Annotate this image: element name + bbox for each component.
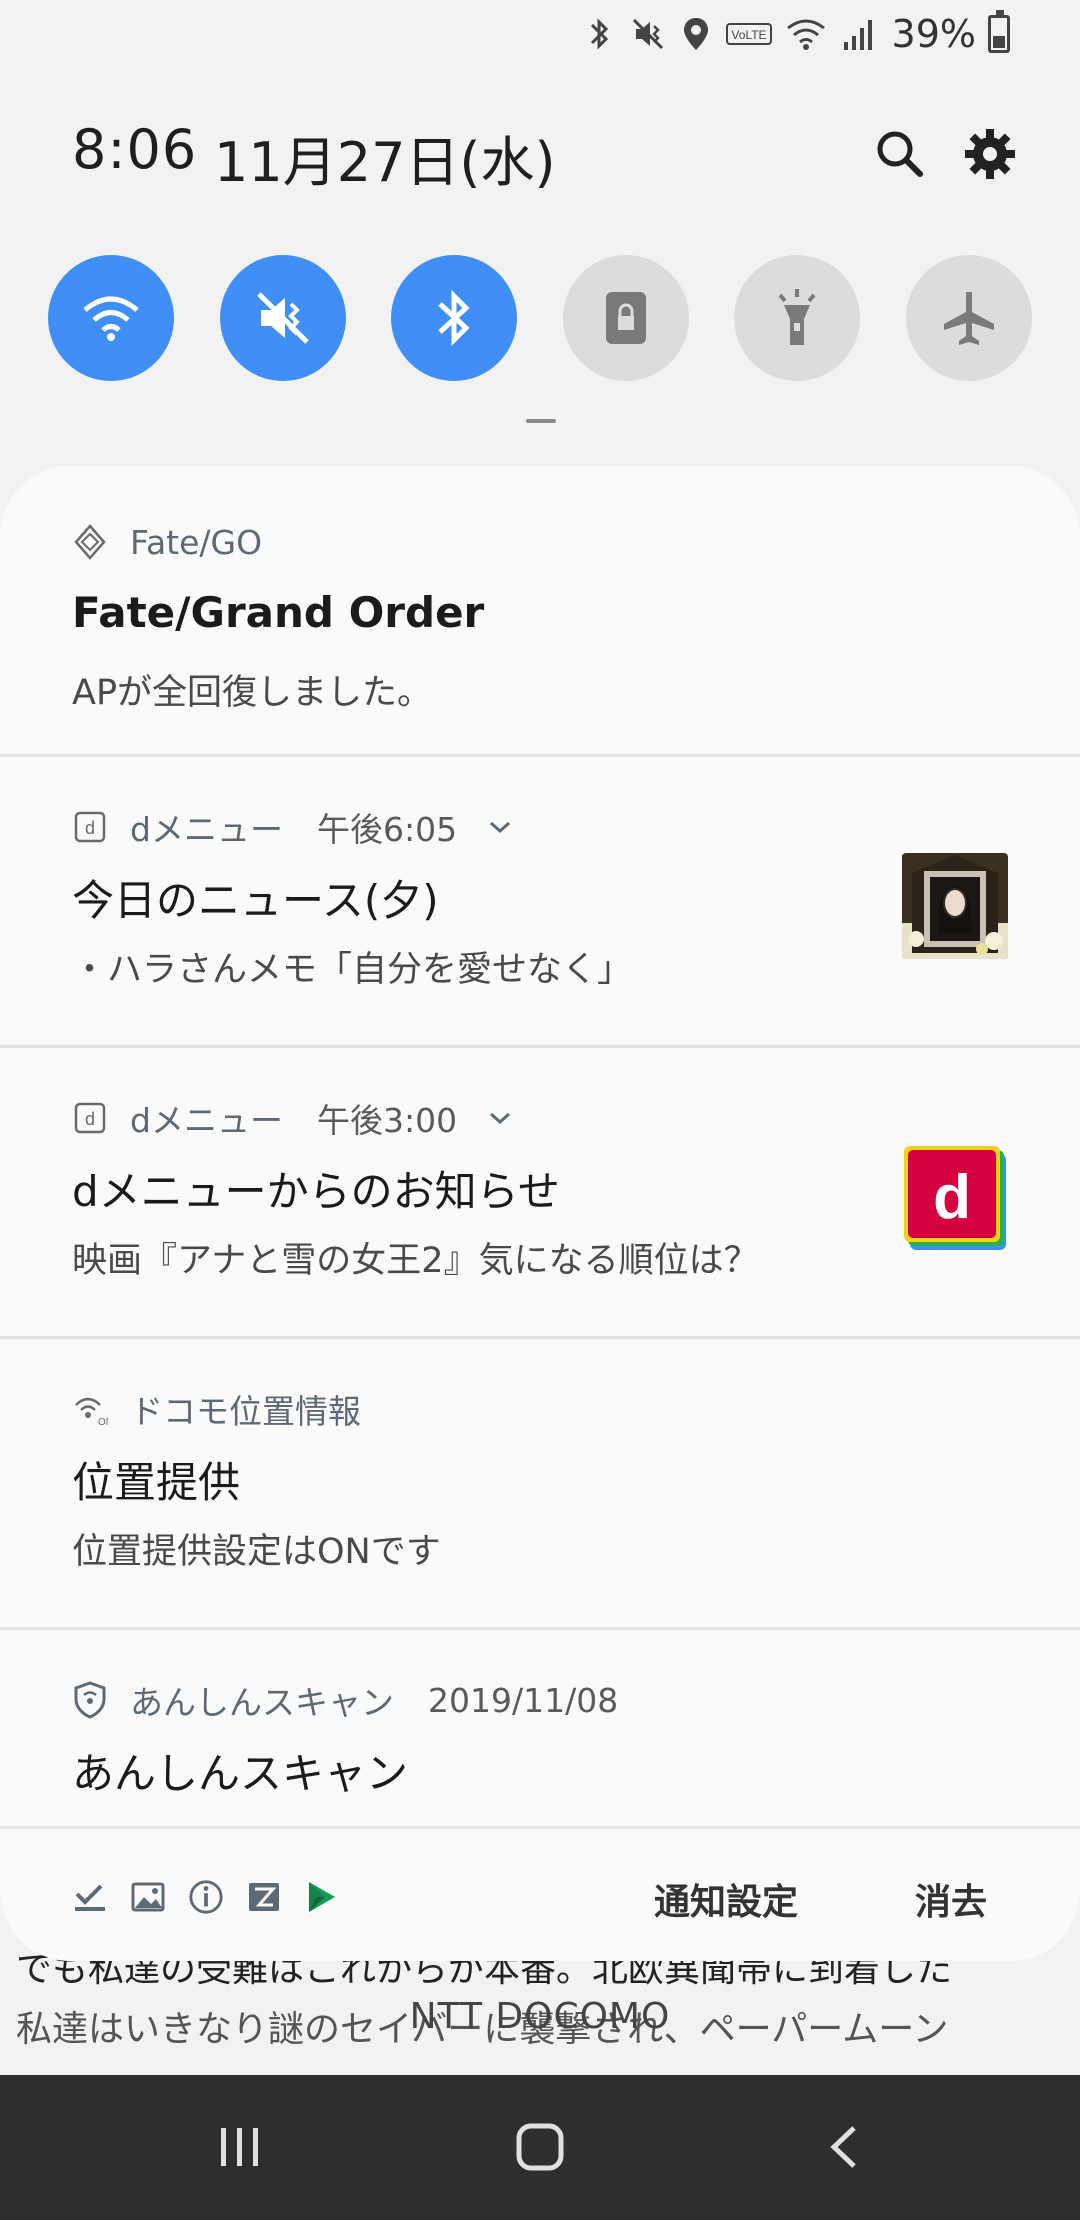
vibrate-icon [630,14,666,54]
notification-fgo[interactable]: Fate/GO Fate/Grand Order APが全回復しました。 [0,466,1080,754]
vibrate-toggle[interactable] [219,255,346,381]
app-name: Fate/GO [130,522,263,562]
location-on-icon: ON [72,1391,108,1427]
app-shortcut-icon [246,1879,282,1915]
status-icons: VoLTE 39% [582,10,1010,56]
flashlight-toggle[interactable] [734,255,861,381]
bluetooth-icon [582,14,618,54]
svg-text:d: d [85,1109,95,1129]
notification-time: 2019/11/08 [428,1680,619,1720]
battery-percent: 39% [891,12,976,56]
notification-time: 午後3:00 [316,1101,458,1140]
bluetooth-toggle[interactable] [391,255,518,381]
app-name: dメニュー [130,810,283,849]
checkmark-icon [72,1879,108,1915]
svg-text:ON: ON [98,1417,108,1427]
notification-docomo-location[interactable]: ON ドコモ位置情報 位置提供 位置提供設定はONです [0,1339,1080,1627]
chevron-down-icon[interactable] [485,812,515,842]
shield-icon [72,1681,108,1719]
notification-body: 位置提供設定はONです [72,1532,441,1572]
notification-header: d dメニュー 午後3:00 [72,1098,515,1140]
svg-text:d: d [85,818,95,838]
notification-title: dメニューからのお知らせ [72,1167,560,1216]
clear-button[interactable]: 消去 [915,1873,987,1925]
svg-text:VoLTE: VoLTE [731,28,766,42]
signal-icon [840,14,876,54]
flashlight-icon [778,289,816,345]
news-thumbnail [902,853,1008,959]
app-name: ドコモ位置情報 [130,1392,361,1431]
footer-app-icons [72,1879,340,1915]
quick-toggles [48,255,1032,381]
search-icon[interactable] [870,124,930,184]
quick-panel-header: 8:06 11月27日(水) [72,118,1020,198]
chevron-down-icon[interactable] [485,1103,515,1133]
notification-header: ON ドコモ位置情報 [72,1389,361,1431]
notification-title: Fate/Grand Order [72,588,485,637]
app-name: dメニュー [130,1101,283,1140]
wifi-toggle[interactable] [48,255,174,381]
notification-title: あんしんスキャン [72,1749,409,1798]
vibrate-icon [256,292,309,344]
bluetooth-icon [438,289,470,347]
notification-body: ・ハラさんメモ「自分を愛せなく」 [72,950,633,990]
home-icon[interactable] [500,2111,580,2183]
fgo-app-icon [72,524,108,560]
location-icon [678,14,714,54]
volte-icon: VoLTE [725,14,772,54]
notification-body: 映画『アナと雪の女王2』気になる順位は？ [72,1241,759,1281]
notification-dmenu-info[interactable]: d dメニュー 午後3:00 dメニューからのお知らせ 映画『アナと雪の女王2』… [0,1048,1080,1336]
notification-time: 午後6:05 [316,810,458,849]
screen-lock-toggle[interactable] [562,255,689,381]
notification-anshin-scan[interactable]: あんしんスキャン 2019/11/08 あんしんスキャン [0,1630,1080,1826]
dmenu-app-icon: d [72,1100,108,1136]
play-store-icon [304,1879,340,1915]
notification-title: 今日のニュース(夕) [72,876,439,925]
clock: 8:06 [72,118,198,181]
notification-title: 位置提供 [72,1458,241,1507]
notification-header: あんしんスキャン 2019/11/08 [72,1680,619,1722]
date[interactable]: 11月27日(水) [214,118,556,197]
gallery-icon [130,1879,166,1915]
info-icon [188,1879,224,1915]
lock-rotation-icon [605,292,646,344]
notification-header: Fate/GO [72,522,262,562]
notification-panel: Fate/GO Fate/Grand Order APが全回復しました。 d d… [0,466,1080,1961]
gear-icon[interactable] [960,124,1020,184]
dmenu-app-icon: d [72,809,108,845]
notification-footer: 通知設定 消去 [0,1826,1080,1961]
app-name: あんしんスキャン [130,1683,394,1722]
recent-apps-icon[interactable] [200,2111,280,2183]
drag-handle[interactable] [526,419,556,423]
dmenu-logo: d [902,1144,1008,1250]
navigation-bar [0,2075,1080,2220]
svg-text:d: d [933,1163,971,1232]
back-icon[interactable] [804,2111,884,2183]
airplane-mode-toggle[interactable] [905,255,1032,381]
notification-dmenu-news[interactable]: d dメニュー 午後6:05 今日のニュース(夕) ・ハラさんメモ「自分を愛せな… [0,757,1080,1045]
carrier-label: NTT DOCOMO [409,1996,671,2037]
battery-fill [993,35,1005,48]
notification-body: APが全回復しました。 [72,673,433,713]
wifi-icon [784,14,828,54]
wifi-icon [83,296,139,341]
airplane-icon [943,292,994,345]
battery-icon [988,10,1010,53]
notification-settings-button[interactable]: 通知設定 [654,1873,798,1925]
status-bar: VoLTE 39% [0,0,1080,72]
notification-header: d dメニュー 午後6:05 [72,807,515,849]
